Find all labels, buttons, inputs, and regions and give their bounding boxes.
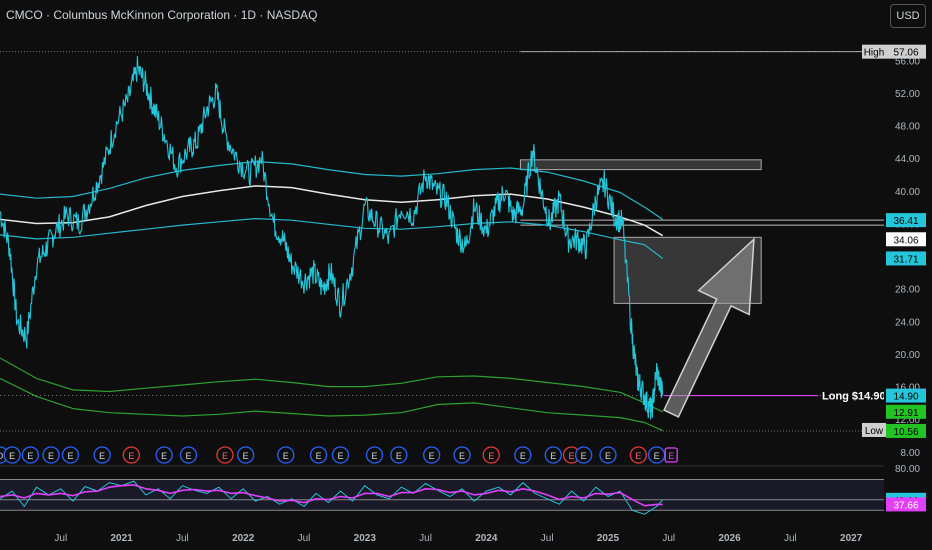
x-tick-label-2: Jul: [176, 533, 189, 544]
y-tick-label-5: 28.00: [895, 285, 920, 296]
x-tick-label-3: 2022: [232, 533, 255, 544]
x-tick-label-13: 2027: [840, 533, 863, 544]
event-label-0: D: [0, 451, 4, 461]
x-tick-label-10: Jul: [662, 533, 675, 544]
x-tick-label-0: Jul: [54, 533, 67, 544]
price-badge-3-text: 14.90: [893, 392, 918, 403]
x-tick-label-4: Jul: [298, 533, 311, 544]
event-label-12: E: [316, 451, 322, 461]
price-badge-3: 14.90: [886, 388, 926, 403]
chart-title: CMCO · Columbus McKinnon Corporation · 1…: [6, 8, 318, 22]
zone-box-0: [519, 159, 762, 171]
rsi-band: [0, 479, 884, 511]
low-tag-text: Low: [865, 426, 884, 437]
y-tick-label-9: 44.00: [895, 154, 920, 165]
event-label-9: E: [222, 451, 228, 461]
x-tick-label-9: 2025: [597, 533, 620, 544]
rsi-badge-1: 37.66: [886, 497, 926, 512]
event-label-19: E: [520, 451, 526, 461]
price-badge-5-text: 10.56: [893, 427, 918, 438]
high-value-text: 57.06: [893, 48, 918, 59]
x-tick-label-12: Jul: [784, 533, 797, 544]
event-label-10: E: [243, 451, 249, 461]
price-badge-2: 31.71: [886, 251, 926, 266]
x-tick-label-1: 2021: [110, 533, 133, 544]
event-label-5: E: [99, 451, 105, 461]
event-label-26: E: [668, 451, 674, 461]
event-label-4: E: [68, 451, 74, 461]
price-badge-0: 36.41: [886, 213, 926, 228]
event-label-24: E: [635, 451, 641, 461]
event-label-20: E: [550, 451, 556, 461]
price-badge-0-text: 36.41: [893, 216, 918, 227]
event-label-1: E: [9, 451, 15, 461]
event-label-8: E: [185, 451, 191, 461]
x-tick-label-11: 2026: [718, 533, 741, 544]
event-label-14: E: [372, 451, 378, 461]
x-tick-label-5: 2023: [354, 533, 377, 544]
y-tick-label-8: 40.00: [895, 187, 920, 198]
price-badge-1: 34.06: [886, 232, 926, 247]
y-tick-label-4: 24.00: [895, 317, 920, 328]
price-badge-1-text: 34.06: [893, 235, 918, 246]
event-label-25: E: [654, 451, 660, 461]
event-label-13: E: [337, 451, 343, 461]
event-label-21: E: [568, 451, 574, 461]
event-label-18: E: [488, 451, 494, 461]
y-tick-label-3: 20.00: [895, 350, 920, 361]
y-tick-label-0: 8.00: [901, 448, 921, 459]
event-label-11: E: [283, 451, 289, 461]
rsi-tick-label-0: 80.00: [895, 464, 920, 475]
currency-button[interactable]: USD: [890, 4, 926, 28]
price-chart[interactable]: Long $14.90DEEEEEEEEEEEEEEEEEEEEEEEEEE8.…: [0, 0, 932, 550]
chart-background: [0, 0, 932, 550]
price-badge-4-text: 12.91: [893, 408, 918, 419]
event-label-15: E: [396, 451, 402, 461]
event-label-7: E: [161, 451, 167, 461]
event-label-22: E: [581, 451, 587, 461]
event-label-23: E: [605, 451, 611, 461]
y-tick-label-10: 48.00: [895, 122, 920, 133]
x-tick-label-7: 2024: [475, 533, 498, 544]
x-tick-label-6: Jul: [419, 533, 432, 544]
event-label-3: E: [48, 451, 54, 461]
y-tick-label-11: 52.00: [895, 89, 920, 100]
price-badge-5: 10.56: [886, 423, 926, 438]
event-label-2: E: [27, 451, 33, 461]
long-entry-label: Long $14.90: [822, 391, 886, 403]
price-badge-4: 12.91: [886, 404, 926, 419]
event-label-17: E: [459, 451, 465, 461]
x-tick-label-8: Jul: [541, 533, 554, 544]
event-label-16: E: [429, 451, 435, 461]
price-badge-2-text: 31.71: [893, 254, 918, 265]
high-tag-text: High: [864, 48, 885, 59]
rsi-badge-1-text: 37.66: [893, 500, 918, 511]
event-label-6: E: [128, 451, 134, 461]
